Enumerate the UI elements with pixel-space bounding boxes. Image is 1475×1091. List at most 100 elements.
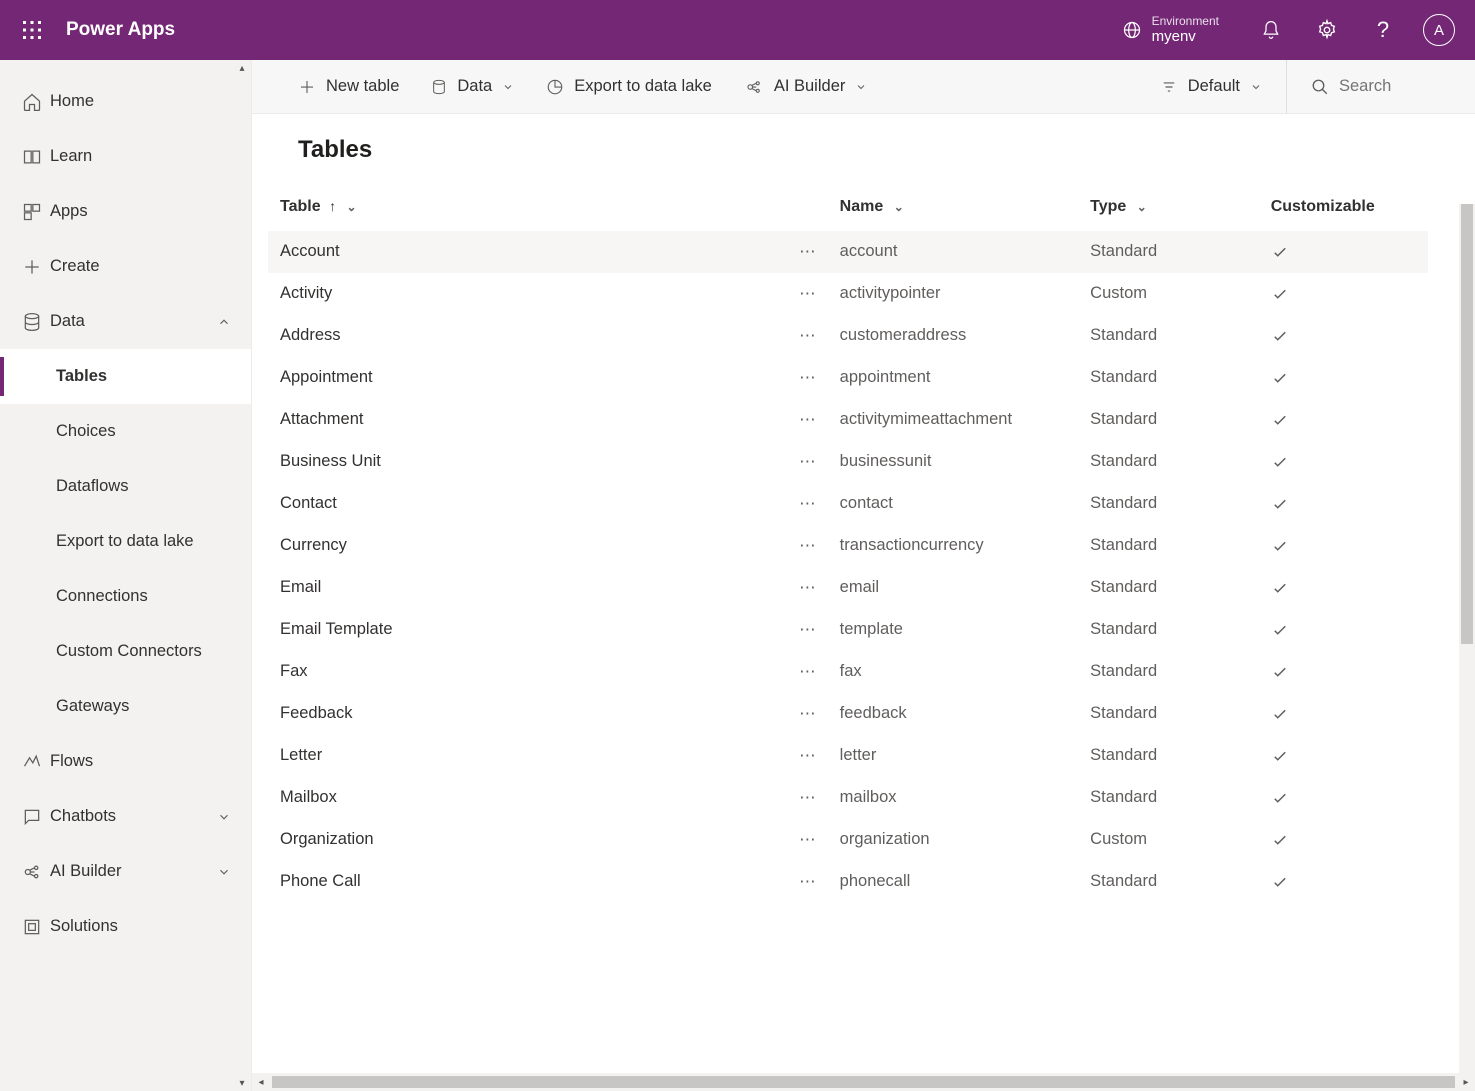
table-row[interactable]: Attachment⋯activitymimeattachmentStandar… [268, 399, 1428, 441]
sidebar-item-label: Tables [56, 367, 107, 386]
search-input[interactable] [1339, 77, 1459, 96]
sidebar-item-label: AI Builder [50, 862, 122, 881]
table-row[interactable]: Email Template⋯templateStandard [268, 609, 1428, 651]
row-more-button[interactable]: ⋯ [764, 693, 827, 735]
table-row[interactable]: Letter⋯letterStandard [268, 735, 1428, 777]
cell-table: Phone Call [268, 861, 764, 903]
table-row[interactable]: Phone Call⋯phonecallStandard [268, 861, 1428, 903]
horizontal-scrollbar[interactable]: ◂ ▸ [252, 1073, 1475, 1091]
scroll-right-icon[interactable]: ▸ [1457, 1077, 1475, 1088]
sidebar-item-learn[interactable]: Learn [0, 129, 251, 184]
row-more-button[interactable]: ⋯ [764, 861, 827, 903]
sidebar-item-data[interactable]: Data [0, 294, 251, 349]
vertical-scrollbar-thumb[interactable] [1461, 204, 1473, 644]
account-button[interactable]: A [1411, 0, 1467, 60]
waffle-button[interactable] [8, 6, 56, 54]
table-row[interactable]: Currency⋯transactioncurrencyStandard [268, 525, 1428, 567]
sidebar-scroll-down[interactable]: ▾ [235, 1076, 249, 1090]
cell-customizable [1259, 399, 1428, 441]
new-table-button[interactable]: New table [282, 60, 415, 114]
sidebar-item-apps[interactable]: Apps [0, 184, 251, 239]
table-row[interactable]: Address⋯customeraddressStandard [268, 315, 1428, 357]
sidebar-item-gateways[interactable]: Gateways [0, 679, 251, 734]
sidebar-item-tables[interactable]: Tables [0, 349, 251, 404]
scroll-left-icon[interactable]: ◂ [252, 1077, 270, 1088]
row-more-button[interactable]: ⋯ [764, 819, 827, 861]
data-menu[interactable]: Data [415, 60, 530, 114]
sidebar-item-custom-connectors[interactable]: Custom Connectors [0, 624, 251, 679]
notifications-button[interactable] [1243, 0, 1299, 60]
table-row[interactable]: Organization⋯organizationCustom [268, 819, 1428, 861]
table-row[interactable]: Contact⋯contactStandard [268, 483, 1428, 525]
row-more-button[interactable]: ⋯ [764, 651, 827, 693]
row-more-button[interactable]: ⋯ [764, 315, 827, 357]
cell-customizable [1259, 441, 1428, 483]
row-more-button[interactable]: ⋯ [764, 735, 827, 777]
search-icon [1311, 78, 1329, 96]
cell-type: Standard [1078, 567, 1259, 609]
column-header-name[interactable]: Name ⌄ [828, 188, 1079, 231]
sidebar-item-label: Data [50, 312, 85, 331]
table-row[interactable]: Fax⋯faxStandard [268, 651, 1428, 693]
row-more-button[interactable]: ⋯ [764, 777, 827, 819]
row-more-button[interactable]: ⋯ [764, 483, 827, 525]
settings-button[interactable] [1299, 0, 1355, 60]
column-header-table[interactable]: Table ↑ ⌄ [268, 188, 828, 231]
sidebar-item-connections[interactable]: Connections [0, 569, 251, 624]
sidebar-item-choices[interactable]: Choices [0, 404, 251, 459]
table-row[interactable]: Activity⋯activitypointerCustom [268, 273, 1428, 315]
column-header-type[interactable]: Type ⌄ [1078, 188, 1259, 231]
waffle-icon [23, 21, 41, 39]
cell-customizable [1259, 777, 1428, 819]
plus-icon [22, 257, 50, 277]
ai-builder-menu[interactable]: AI Builder [728, 60, 884, 114]
row-more-button[interactable]: ⋯ [764, 357, 827, 399]
row-more-button[interactable]: ⋯ [764, 609, 827, 651]
table-row[interactable]: Email⋯emailStandard [268, 567, 1428, 609]
list-filter-icon [1160, 80, 1178, 94]
plus-icon [298, 78, 316, 96]
cell-name: template [828, 609, 1079, 651]
vertical-scrollbar[interactable] [1459, 204, 1475, 1073]
main: New table Data Export to data lake AI Bu… [252, 60, 1475, 1091]
row-more-button[interactable]: ⋯ [764, 525, 827, 567]
row-more-button[interactable]: ⋯ [764, 231, 827, 273]
checkmark-icon [1271, 705, 1289, 723]
row-more-button[interactable]: ⋯ [764, 441, 827, 483]
cell-customizable [1259, 567, 1428, 609]
sidebar-item-solutions[interactable]: Solutions [0, 899, 251, 954]
gear-icon [1316, 19, 1338, 41]
sidebar-item-dataflows[interactable]: Dataflows [0, 459, 251, 514]
sidebar-item-flows[interactable]: Flows [0, 734, 251, 789]
row-more-button[interactable]: ⋯ [764, 567, 827, 609]
table-row[interactable]: Account⋯accountStandard [268, 231, 1428, 273]
sidebar-item-chatbots[interactable]: Chatbots [0, 789, 251, 844]
home-icon [22, 92, 50, 112]
cell-table: Account [268, 231, 764, 273]
sidebar-item-create[interactable]: Create [0, 239, 251, 294]
search-box[interactable] [1287, 60, 1475, 114]
chevron-down-icon: ⌄ [347, 200, 357, 214]
cell-table: Letter [268, 735, 764, 777]
sidebar-scroll-up[interactable]: ▴ [235, 61, 249, 75]
help-button[interactable]: ? [1355, 0, 1411, 60]
export-to-data-lake-button[interactable]: Export to data lake [530, 60, 728, 114]
sidebar-item-home[interactable]: Home [0, 74, 251, 129]
horizontal-scrollbar-thumb[interactable] [272, 1076, 1455, 1088]
environment-picker[interactable]: Environment myenv [1112, 14, 1219, 46]
sidebar-item-ai-builder[interactable]: AI Builder [0, 844, 251, 899]
sidebar-item-label: Choices [56, 422, 116, 441]
table-row[interactable]: Mailbox⋯mailboxStandard [268, 777, 1428, 819]
cell-table: Currency [268, 525, 764, 567]
column-header-customizable[interactable]: Customizable [1259, 188, 1428, 231]
table-row[interactable]: Appointment⋯appointmentStandard [268, 357, 1428, 399]
table-row[interactable]: Business Unit⋯businessunitStandard [268, 441, 1428, 483]
bell-icon [1261, 19, 1281, 41]
cell-customizable [1259, 693, 1428, 735]
checkmark-icon [1271, 537, 1289, 555]
row-more-button[interactable]: ⋯ [764, 399, 827, 441]
view-selector[interactable]: Default [1144, 60, 1287, 114]
row-more-button[interactable]: ⋯ [764, 273, 827, 315]
sidebar-item-export-to-data-lake[interactable]: Export to data lake [0, 514, 251, 569]
table-row[interactable]: Feedback⋯feedbackStandard [268, 693, 1428, 735]
